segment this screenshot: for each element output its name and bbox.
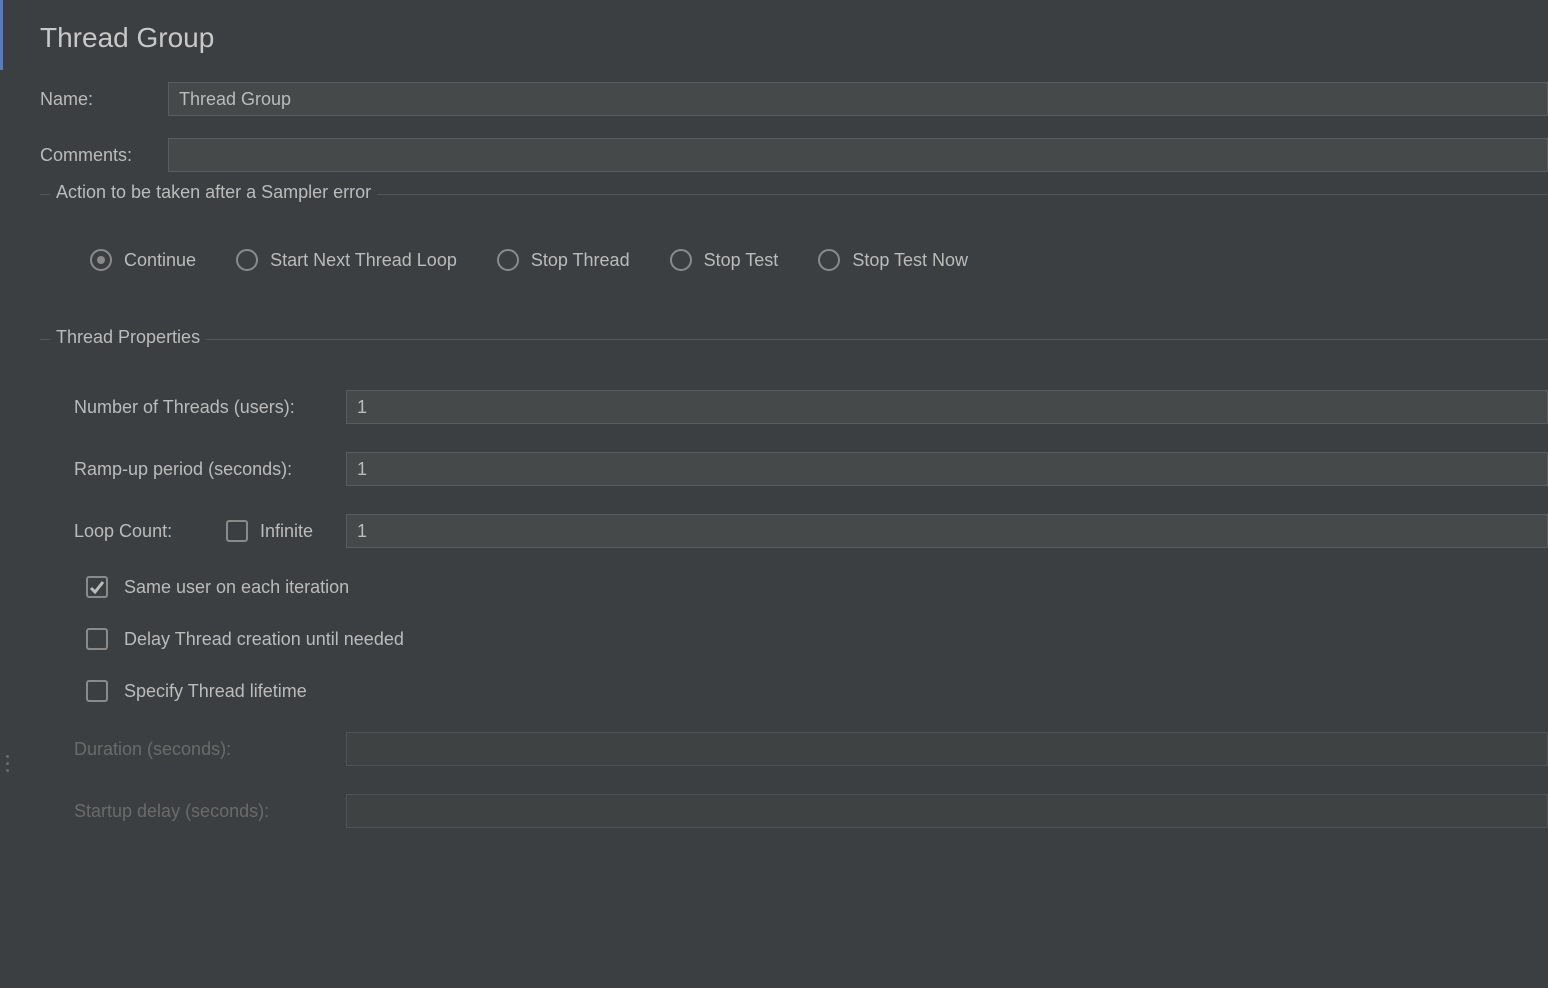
comments-label: Comments: bbox=[40, 145, 168, 166]
radio-icon bbox=[818, 249, 840, 271]
radio-stop-test-now[interactable]: Stop Test Now bbox=[818, 249, 968, 271]
name-row: Name: bbox=[40, 82, 1548, 116]
error-action-legend: Action to be taken after a Sampler error bbox=[50, 182, 377, 203]
name-input[interactable] bbox=[168, 82, 1548, 116]
radio-icon bbox=[670, 249, 692, 271]
thread-group-panel: Thread Group Name: Comments: Action to b… bbox=[22, 0, 1548, 988]
same-user-checkbox[interactable] bbox=[86, 576, 108, 598]
thread-properties-legend: Thread Properties bbox=[50, 327, 206, 348]
specify-lifetime-row: Specify Thread lifetime bbox=[74, 680, 1548, 702]
startup-delay-input bbox=[346, 794, 1548, 828]
delay-creation-row: Delay Thread creation until needed bbox=[74, 628, 1548, 650]
delay-creation-label: Delay Thread creation until needed bbox=[124, 629, 404, 650]
startup-delay-label: Startup delay (seconds): bbox=[74, 801, 346, 822]
radio-start-next[interactable]: Start Next Thread Loop bbox=[236, 249, 457, 271]
radio-stop-thread-label: Stop Thread bbox=[531, 250, 630, 271]
specify-lifetime-checkbox[interactable] bbox=[86, 680, 108, 702]
loop-count-row: Loop Count: Infinite bbox=[74, 514, 1548, 548]
panel-title: Thread Group bbox=[40, 22, 1548, 54]
infinite-wrap: Infinite bbox=[226, 520, 346, 542]
radio-icon bbox=[236, 249, 258, 271]
name-label: Name: bbox=[40, 89, 168, 110]
loop-count-label: Loop Count: bbox=[74, 521, 226, 542]
radio-start-next-label: Start Next Thread Loop bbox=[270, 250, 457, 271]
specify-lifetime-label: Specify Thread lifetime bbox=[124, 681, 307, 702]
radio-continue[interactable]: Continue bbox=[90, 249, 196, 271]
left-accent-bar bbox=[0, 0, 3, 70]
same-user-row: Same user on each iteration bbox=[74, 576, 1548, 598]
radio-icon bbox=[497, 249, 519, 271]
loop-count-input[interactable] bbox=[346, 514, 1548, 548]
infinite-checkbox[interactable] bbox=[226, 520, 248, 542]
startup-delay-row: Startup delay (seconds): bbox=[74, 794, 1548, 828]
radio-stop-thread[interactable]: Stop Thread bbox=[497, 249, 630, 271]
radio-continue-label: Continue bbox=[124, 250, 196, 271]
ramp-up-row: Ramp-up period (seconds): bbox=[74, 452, 1548, 486]
ramp-up-label: Ramp-up period (seconds): bbox=[74, 459, 346, 480]
num-threads-input[interactable] bbox=[346, 390, 1548, 424]
radio-stop-test[interactable]: Stop Test bbox=[670, 249, 779, 271]
radio-icon bbox=[90, 249, 112, 271]
left-edge bbox=[0, 0, 6, 988]
num-threads-row: Number of Threads (users): bbox=[74, 390, 1548, 424]
radio-stop-test-now-label: Stop Test Now bbox=[852, 250, 968, 271]
infinite-label: Infinite bbox=[260, 521, 313, 542]
duration-input bbox=[346, 732, 1548, 766]
comments-input[interactable] bbox=[168, 138, 1548, 172]
thread-properties-body: Number of Threads (users): Ramp-up perio… bbox=[40, 340, 1548, 828]
delay-creation-checkbox[interactable] bbox=[86, 628, 108, 650]
error-action-radios: Continue Start Next Thread Loop Stop Thr… bbox=[40, 195, 1548, 325]
thread-properties-fieldset: Thread Properties Number of Threads (use… bbox=[40, 339, 1548, 828]
duration-label: Duration (seconds): bbox=[74, 739, 346, 760]
comments-row: Comments: bbox=[40, 138, 1548, 172]
ramp-up-input[interactable] bbox=[346, 452, 1548, 486]
radio-stop-test-label: Stop Test bbox=[704, 250, 779, 271]
error-action-fieldset: Action to be taken after a Sampler error… bbox=[40, 194, 1548, 325]
num-threads-label: Number of Threads (users): bbox=[74, 397, 346, 418]
duration-row: Duration (seconds): bbox=[74, 732, 1548, 766]
drag-handle-dots-icon[interactable] bbox=[6, 755, 9, 772]
same-user-label: Same user on each iteration bbox=[124, 577, 349, 598]
